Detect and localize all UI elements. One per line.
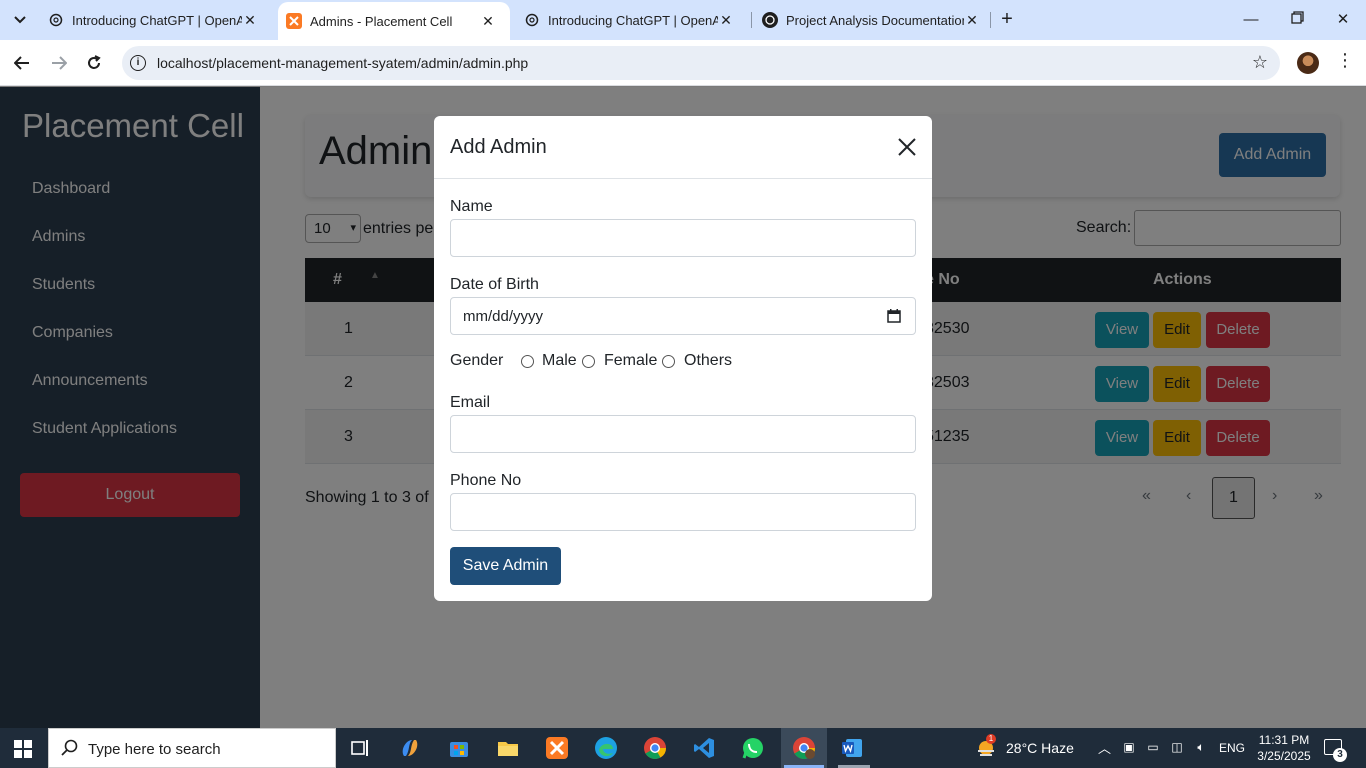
chrome-icon[interactable] [792, 736, 816, 760]
restore-button[interactable] [1282, 8, 1312, 32]
name-label: Name [450, 198, 493, 215]
add-admin-modal: Add Admin Name Date of Birth mm/dd/yyyy … [434, 116, 932, 601]
email-label: Email [450, 394, 491, 411]
whatsapp-icon[interactable] [741, 736, 765, 760]
save-admin-button[interactable]: Save Admin [450, 547, 561, 585]
windows-start-icon[interactable] [14, 740, 32, 758]
taskbar-search-placeholder: Type here to search [88, 741, 221, 758]
xampp-icon [286, 13, 302, 29]
search-icon [61, 739, 78, 756]
gender-option-label: Male [542, 352, 577, 369]
arrow-right-icon [52, 56, 67, 70]
tab-title: Introducing ChatGPT | OpenAI [548, 12, 718, 28]
back-button[interactable] [9, 50, 35, 76]
file-explorer-icon[interactable] [496, 736, 520, 760]
browser-tabstrip: Introducing ChatGPT | OpenAI ✕ Admins - … [0, 0, 1366, 40]
tab-separator [990, 12, 991, 28]
notification-count: 3 [1333, 748, 1347, 762]
tab-search-dropdown[interactable] [6, 8, 34, 32]
new-tab-button[interactable]: + [996, 8, 1018, 32]
address-bar[interactable]: i localhost/placement-management-syatem/… [122, 46, 1280, 80]
microsoft-store-icon[interactable] [447, 736, 471, 760]
gender-option-label: Others [684, 352, 733, 369]
tab-separator [751, 12, 752, 28]
tab-title: Introducing ChatGPT | OpenAI [72, 12, 242, 28]
gender-option-label: Female [604, 352, 658, 369]
openai-icon [762, 12, 778, 28]
windows-taskbar: Type here to search 1 28°C Haze ︿ ▣ ▭ ◫ … [0, 728, 1366, 768]
name-input[interactable] [450, 219, 916, 257]
modal-divider [434, 178, 932, 179]
reload-button[interactable] [81, 50, 107, 76]
phone-label: Phone No [450, 472, 522, 489]
modal-title: Add Admin [450, 136, 547, 158]
dob-input[interactable]: mm/dd/yyyy [450, 297, 916, 335]
tab-chatgpt-2[interactable]: Introducing ChatGPT | OpenAI ✕ [516, 0, 752, 40]
close-icon[interactable]: ✕ [480, 13, 496, 30]
profile-avatar[interactable] [1297, 52, 1319, 74]
more-menu-icon[interactable]: ⋮ [1336, 50, 1354, 71]
openai-icon [48, 12, 64, 28]
calendar-icon[interactable] [887, 309, 901, 323]
edge-icon[interactable] [594, 736, 618, 760]
network-icon[interactable]: ◫ [1169, 740, 1185, 756]
tab-chatgpt-1[interactable]: Introducing ChatGPT | OpenAI ✕ [40, 0, 276, 40]
xampp-icon[interactable] [545, 736, 569, 760]
task-view-icon[interactable] [348, 736, 372, 760]
vscode-icon[interactable] [692, 736, 716, 760]
modal-close-button[interactable] [896, 136, 918, 158]
gender-radio-male[interactable] [521, 355, 534, 368]
email-input[interactable] [450, 415, 916, 453]
close-window-button[interactable]: ✕ [1328, 8, 1358, 32]
clock-time: 11:31 PM [1258, 733, 1310, 747]
volume-icon[interactable]: 🔈︎ [1193, 740, 1209, 756]
close-icon[interactable]: ✕ [964, 12, 980, 29]
gender-label: Gender [450, 352, 504, 369]
chevron-up-icon[interactable]: ︿ [1098, 738, 1111, 757]
site-info-icon[interactable]: i [130, 55, 146, 71]
word-icon[interactable] [840, 736, 864, 760]
gender-radio-others[interactable] [662, 355, 675, 368]
clock-date: 3/25/2025 [1257, 749, 1311, 763]
browser-toolbar: i localhost/placement-management-syatem/… [0, 40, 1366, 86]
weather-text[interactable]: 28°C Haze [1006, 740, 1074, 756]
tab-admins-placement-cell[interactable]: Admins - Placement Cell ✕ [278, 2, 510, 40]
tab-title: Project Analysis Documentation [786, 12, 964, 28]
web-page: Placement Cell Dashboard Admins Students… [0, 87, 1366, 728]
close-icon[interactable]: ✕ [242, 12, 258, 29]
weather-badge: 1 [986, 734, 996, 744]
battery-icon[interactable]: ▭ [1145, 740, 1161, 756]
phone-input[interactable] [450, 493, 916, 531]
chevron-down-icon [14, 16, 26, 24]
close-icon[interactable]: ✕ [718, 12, 734, 29]
url-text: localhost/placement-management-syatem/ad… [157, 55, 529, 71]
dob-label: Date of Birth [450, 276, 539, 293]
openai-icon [524, 12, 540, 28]
taskbar-search-box[interactable]: Type here to search [48, 728, 336, 768]
tab-project-analysis[interactable]: Project Analysis Documentation ✕ [754, 0, 988, 40]
arrow-left-icon [14, 56, 29, 70]
dob-placeholder: mm/dd/yyyy [463, 308, 544, 325]
bookmark-star-icon[interactable]: ☆ [1252, 52, 1268, 73]
gender-radio-female[interactable] [582, 355, 595, 368]
copilot-icon[interactable] [398, 736, 422, 760]
reload-icon [88, 55, 101, 69]
minimize-button[interactable]: — [1236, 8, 1266, 32]
forward-button[interactable] [46, 50, 72, 76]
meet-now-icon[interactable]: ▣ [1121, 740, 1137, 756]
system-clock[interactable]: 11:31 PM 3/25/2025 [1256, 732, 1312, 764]
restore-icon [1290, 11, 1304, 24]
chrome-icon[interactable] [643, 736, 667, 760]
input-language[interactable]: ENG [1219, 741, 1245, 755]
tab-title: Admins - Placement Cell [310, 13, 453, 29]
close-icon [898, 138, 916, 156]
